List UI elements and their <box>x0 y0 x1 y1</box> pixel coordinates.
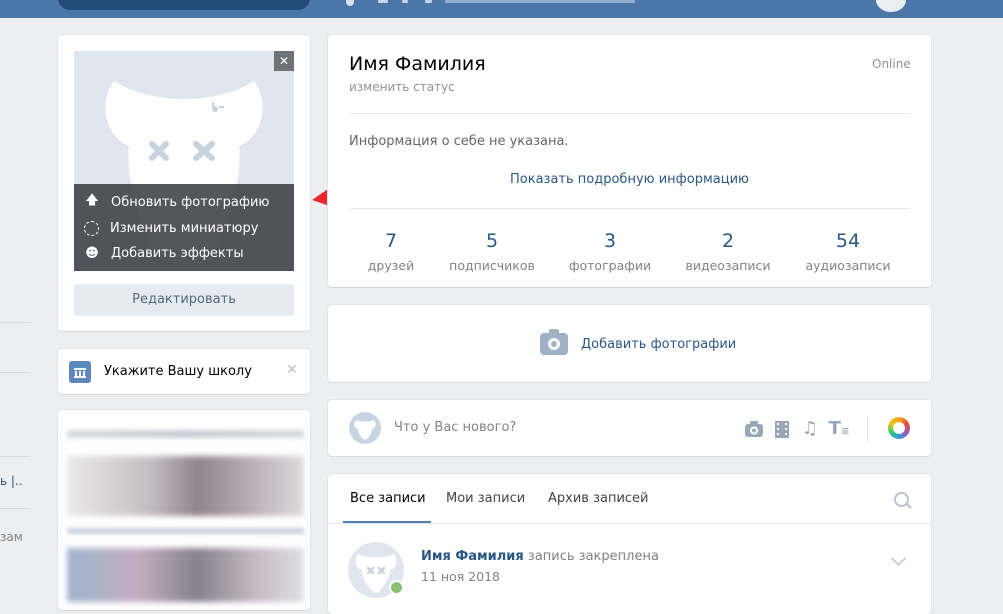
sidebar-divider <box>0 456 31 457</box>
add-effects-button[interactable]: ☻ Добавить эффекты <box>84 243 244 263</box>
divider <box>867 416 868 442</box>
blurred-content <box>67 456 304 516</box>
upload-arrow-icon: 🡅 <box>85 193 99 208</box>
article-icon[interactable]: T≡ <box>828 418 850 440</box>
tab-my-posts[interactable]: Мои записи <box>446 491 525 506</box>
post-header: Имя Фамилия запись закреплена <box>421 549 659 564</box>
smiley-icon: ☻ <box>85 245 99 261</box>
counter-audio[interactable]: 54 аудиозаписи <box>788 230 908 273</box>
change-thumbnail-button[interactable]: Изменить миниатюру <box>84 218 258 238</box>
counter-label: подписчиков <box>449 258 535 273</box>
tab-all-posts[interactable]: Все записи <box>350 491 426 506</box>
header-icon <box>425 0 432 3</box>
add-photos-label: Добавить фотографии <box>581 336 737 352</box>
header-icon <box>378 0 388 3</box>
notifications-icon[interactable] <box>346 0 354 6</box>
counter-label: видеозаписи <box>685 258 771 273</box>
pinned-label: запись закреплена <box>527 549 659 564</box>
video-icon[interactable] <box>771 418 793 440</box>
counter-value: 54 <box>835 230 861 252</box>
user-avatar[interactable] <box>876 0 906 12</box>
school-prompt[interactable]: Укажите Вашу школу <box>104 364 252 379</box>
counter-label: аудиозаписи <box>805 258 891 273</box>
counter-photos[interactable]: 3 фотографии <box>550 230 670 273</box>
online-indicator <box>389 580 404 595</box>
counter-value: 2 <box>721 230 735 252</box>
camera-icon[interactable] <box>743 418 765 440</box>
blurred-content <box>67 528 304 534</box>
divider <box>328 523 931 524</box>
header-icon <box>402 0 408 3</box>
divider <box>349 113 910 114</box>
update-photo-label: Обновить фотографию <box>111 194 270 210</box>
add-photos-button[interactable]: Добавить фотографии <box>540 329 737 355</box>
counter-followers[interactable]: 5 подписчиков <box>432 230 552 273</box>
camera-icon <box>540 329 568 355</box>
blurred-content <box>67 548 304 602</box>
counter-label: фотографии <box>568 258 652 273</box>
post-author-link[interactable]: Имя Фамилия <box>421 549 524 564</box>
blurred-content <box>67 430 304 438</box>
edit-profile-button[interactable]: Редактировать <box>74 284 294 316</box>
change-status-link[interactable]: изменить статус <box>349 80 455 94</box>
sidebar-divider <box>0 372 31 373</box>
header-player-text <box>445 0 635 3</box>
update-photo-button[interactable]: 🡅 Обновить фотографию <box>84 192 269 212</box>
close-icon[interactable]: ✕ <box>286 362 298 378</box>
counter-value: 5 <box>485 230 499 252</box>
composer-avatar <box>349 412 381 444</box>
profile-name: Имя Фамилия <box>349 53 486 75</box>
sidebar-divider <box>0 322 31 323</box>
profile-photo[interactable]: ✕ 🡅 Обновить фотографию Изменить миниатю… <box>74 51 294 271</box>
online-status: Online <box>872 57 911 71</box>
sidebar-item[interactable]: зам <box>0 530 23 544</box>
sidebar-item[interactable]: ь |.. <box>0 474 23 488</box>
search-icon[interactable] <box>894 492 909 507</box>
post-date[interactable]: 11 ноя 2018 <box>421 569 500 584</box>
tab-archive[interactable]: Архив записей <box>548 491 649 506</box>
music-icon[interactable]: ♫ <box>799 418 821 440</box>
show-more-info-link[interactable]: Показать подробную информацию <box>328 172 931 187</box>
divider <box>349 208 910 209</box>
composer-input[interactable]: Что у Вас нового? <box>394 420 516 435</box>
counter-value: 3 <box>603 230 617 252</box>
dashed-circle-icon <box>84 220 99 236</box>
remove-photo-button[interactable]: ✕ <box>274 51 294 71</box>
photo-actions-overlay: 🡅 Обновить фотографию Изменить миниатюру… <box>74 184 294 271</box>
sidebar-divider <box>0 508 31 509</box>
search-input[interactable] <box>58 0 310 10</box>
about-text: Информация о себе не указана. <box>349 134 569 149</box>
top-header <box>0 0 1003 18</box>
counter-videos[interactable]: 2 видеозаписи <box>668 230 788 273</box>
add-effects-label: Добавить эффекты <box>111 245 244 261</box>
change-thumbnail-label: Изменить миниатюру <box>110 220 259 236</box>
color-palette-icon[interactable] <box>888 417 910 439</box>
school-building-icon <box>69 361 91 383</box>
